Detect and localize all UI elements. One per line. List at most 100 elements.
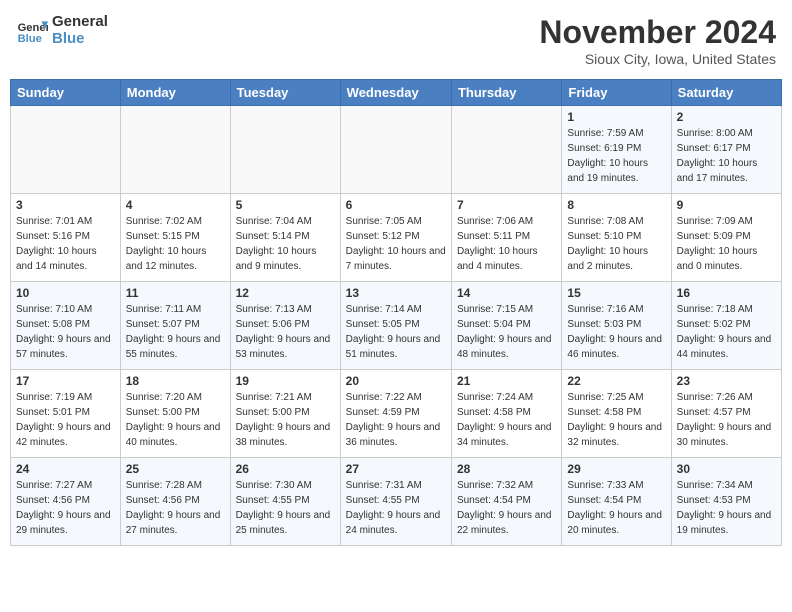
calendar-cell: 7 Sunrise: 7:06 AMSunset: 5:11 PMDaylight… (451, 194, 561, 282)
day-number: 6 (346, 198, 446, 212)
day-info: Sunrise: 7:02 AMSunset: 5:15 PMDaylight:… (126, 214, 225, 274)
day-number: 10 (16, 286, 115, 300)
day-info: Sunrise: 7:13 AMSunset: 5:06 PMDaylight:… (236, 302, 335, 362)
day-number: 1 (567, 110, 665, 124)
day-info: Sunrise: 7:27 AMSunset: 4:56 PMDaylight:… (16, 478, 115, 538)
day-number: 14 (457, 286, 556, 300)
day-info: Sunrise: 7:15 AMSunset: 5:04 PMDaylight:… (457, 302, 556, 362)
day-info: Sunrise: 7:30 AMSunset: 4:55 PMDaylight:… (236, 478, 335, 538)
day-info: Sunrise: 7:06 AMSunset: 5:11 PMDaylight:… (457, 214, 556, 274)
week-row-2: 3 Sunrise: 7:01 AMSunset: 5:16 PMDaylight… (11, 194, 782, 282)
calendar-cell: 27 Sunrise: 7:31 AMSunset: 4:55 PMDayligh… (340, 458, 451, 546)
header-thursday: Thursday (451, 80, 561, 106)
calendar-cell: 23 Sunrise: 7:26 AMSunset: 4:57 PMDayligh… (671, 370, 781, 458)
day-info: Sunrise: 7:26 AMSunset: 4:57 PMDaylight:… (677, 390, 776, 450)
day-number: 20 (346, 374, 446, 388)
calendar-cell: 29Sunrise: 7:33 AMSunset: 4:54 PMDayligh… (562, 458, 671, 546)
calendar-cell: 10Sunrise: 7:10 AMSunset: 5:08 PMDayligh… (11, 282, 121, 370)
week-row-5: 24 Sunrise: 7:27 AMSunset: 4:56 PMDayligh… (11, 458, 782, 546)
calendar-cell: 15 Sunrise: 7:16 AMSunset: 5:03 PMDayligh… (562, 282, 671, 370)
header-sunday: Sunday (11, 80, 121, 106)
day-info: Sunrise: 7:24 AMSunset: 4:58 PMDaylight:… (457, 390, 556, 450)
calendar-cell: 14 Sunrise: 7:15 AMSunset: 5:04 PMDayligh… (451, 282, 561, 370)
page-header: General Blue General Blue November 2024 … (10, 10, 782, 71)
day-info: Sunrise: 7:08 AMSunset: 5:10 PMDaylight:… (567, 214, 665, 274)
calendar-cell: 17Sunrise: 7:19 AMSunset: 5:01 PMDayligh… (11, 370, 121, 458)
day-number: 27 (346, 462, 446, 476)
calendar-header: SundayMondayTuesdayWednesdayThursdayFrid… (11, 80, 782, 106)
calendar-cell: 13 Sunrise: 7:14 AMSunset: 5:05 PMDayligh… (340, 282, 451, 370)
header-tuesday: Tuesday (230, 80, 340, 106)
calendar-cell: 5 Sunrise: 7:04 AMSunset: 5:14 PMDaylight… (230, 194, 340, 282)
logo-icon: General Blue (16, 15, 48, 47)
day-info: Sunrise: 7:59 AMSunset: 6:19 PMDaylight:… (567, 126, 665, 186)
calendar-cell: 30Sunrise: 7:34 AMSunset: 4:53 PMDayligh… (671, 458, 781, 546)
day-info: Sunrise: 7:31 AMSunset: 4:55 PMDaylight:… (346, 478, 446, 538)
day-number: 21 (457, 374, 556, 388)
calendar-cell: 11 Sunrise: 7:11 AMSunset: 5:07 PMDayligh… (120, 282, 230, 370)
calendar-cell: 2 Sunrise: 8:00 AMSunset: 6:17 PMDaylight… (671, 106, 781, 194)
week-row-3: 10Sunrise: 7:10 AMSunset: 5:08 PMDayligh… (11, 282, 782, 370)
calendar-cell (340, 106, 451, 194)
day-number: 5 (236, 198, 335, 212)
logo-general: General (52, 14, 108, 31)
day-info: Sunrise: 7:11 AMSunset: 5:07 PMDaylight:… (126, 302, 225, 362)
title-block: November 2024 Sioux City, Iowa, United S… (539, 14, 776, 67)
svg-text:Blue: Blue (18, 33, 42, 45)
calendar-cell: 20 Sunrise: 7:22 AMSunset: 4:59 PMDayligh… (340, 370, 451, 458)
calendar-cell: 9 Sunrise: 7:09 AMSunset: 5:09 PMDaylight… (671, 194, 781, 282)
day-number: 22 (567, 374, 665, 388)
day-info: Sunrise: 7:01 AMSunset: 5:16 PMDaylight:… (16, 214, 115, 274)
day-info: Sunrise: 7:21 AMSunset: 5:00 PMDaylight:… (236, 390, 335, 450)
calendar-cell (451, 106, 561, 194)
header-row: SundayMondayTuesdayWednesdayThursdayFrid… (11, 80, 782, 106)
day-info: Sunrise: 7:16 AMSunset: 5:03 PMDaylight:… (567, 302, 665, 362)
day-info: Sunrise: 7:18 AMSunset: 5:02 PMDaylight:… (677, 302, 776, 362)
calendar-cell: 8Sunrise: 7:08 AMSunset: 5:10 PMDaylight… (562, 194, 671, 282)
calendar-cell (120, 106, 230, 194)
calendar-table: SundayMondayTuesdayWednesdayThursdayFrid… (10, 79, 782, 546)
calendar-cell: 26Sunrise: 7:30 AMSunset: 4:55 PMDayligh… (230, 458, 340, 546)
day-number: 3 (16, 198, 115, 212)
day-number: 23 (677, 374, 776, 388)
day-number: 2 (677, 110, 776, 124)
day-info: Sunrise: 7:09 AMSunset: 5:09 PMDaylight:… (677, 214, 776, 274)
calendar-cell: 25 Sunrise: 7:28 AMSunset: 4:56 PMDayligh… (120, 458, 230, 546)
day-number: 29 (567, 462, 665, 476)
day-number: 7 (457, 198, 556, 212)
calendar-cell: 24 Sunrise: 7:27 AMSunset: 4:56 PMDayligh… (11, 458, 121, 546)
day-number: 28 (457, 462, 556, 476)
day-number: 16 (677, 286, 776, 300)
header-monday: Monday (120, 80, 230, 106)
day-info: Sunrise: 7:14 AMSunset: 5:05 PMDaylight:… (346, 302, 446, 362)
day-info: Sunrise: 7:25 AMSunset: 4:58 PMDaylight:… (567, 390, 665, 450)
day-number: 18 (126, 374, 225, 388)
day-number: 17 (16, 374, 115, 388)
calendar-cell: 12Sunrise: 7:13 AMSunset: 5:06 PMDayligh… (230, 282, 340, 370)
calendar-cell: 3 Sunrise: 7:01 AMSunset: 5:16 PMDaylight… (11, 194, 121, 282)
week-row-4: 17Sunrise: 7:19 AMSunset: 5:01 PMDayligh… (11, 370, 782, 458)
day-info: Sunrise: 7:32 AMSunset: 4:54 PMDaylight:… (457, 478, 556, 538)
day-number: 25 (126, 462, 225, 476)
calendar-cell (230, 106, 340, 194)
calendar-body: 1 Sunrise: 7:59 AMSunset: 6:19 PMDaylight… (11, 106, 782, 546)
day-info: Sunrise: 7:04 AMSunset: 5:14 PMDaylight:… (236, 214, 335, 274)
calendar-cell (11, 106, 121, 194)
calendar-cell: 1 Sunrise: 7:59 AMSunset: 6:19 PMDaylight… (562, 106, 671, 194)
calendar-cell: 28 Sunrise: 7:32 AMSunset: 4:54 PMDayligh… (451, 458, 561, 546)
day-info: Sunrise: 7:22 AMSunset: 4:59 PMDaylight:… (346, 390, 446, 450)
day-number: 11 (126, 286, 225, 300)
calendar-cell: 19 Sunrise: 7:21 AMSunset: 5:00 PMDayligh… (230, 370, 340, 458)
week-row-1: 1 Sunrise: 7:59 AMSunset: 6:19 PMDaylight… (11, 106, 782, 194)
day-info: Sunrise: 7:05 AMSunset: 5:12 PMDaylight:… (346, 214, 446, 274)
day-number: 24 (16, 462, 115, 476)
day-number: 13 (346, 286, 446, 300)
day-number: 19 (236, 374, 335, 388)
calendar-cell: 22 Sunrise: 7:25 AMSunset: 4:58 PMDayligh… (562, 370, 671, 458)
day-number: 15 (567, 286, 665, 300)
day-number: 9 (677, 198, 776, 212)
logo-blue: Blue (52, 31, 108, 48)
calendar-cell: 18Sunrise: 7:20 AMSunset: 5:00 PMDayligh… (120, 370, 230, 458)
day-info: Sunrise: 7:28 AMSunset: 4:56 PMDaylight:… (126, 478, 225, 538)
day-info: Sunrise: 8:00 AMSunset: 6:17 PMDaylight:… (677, 126, 776, 186)
